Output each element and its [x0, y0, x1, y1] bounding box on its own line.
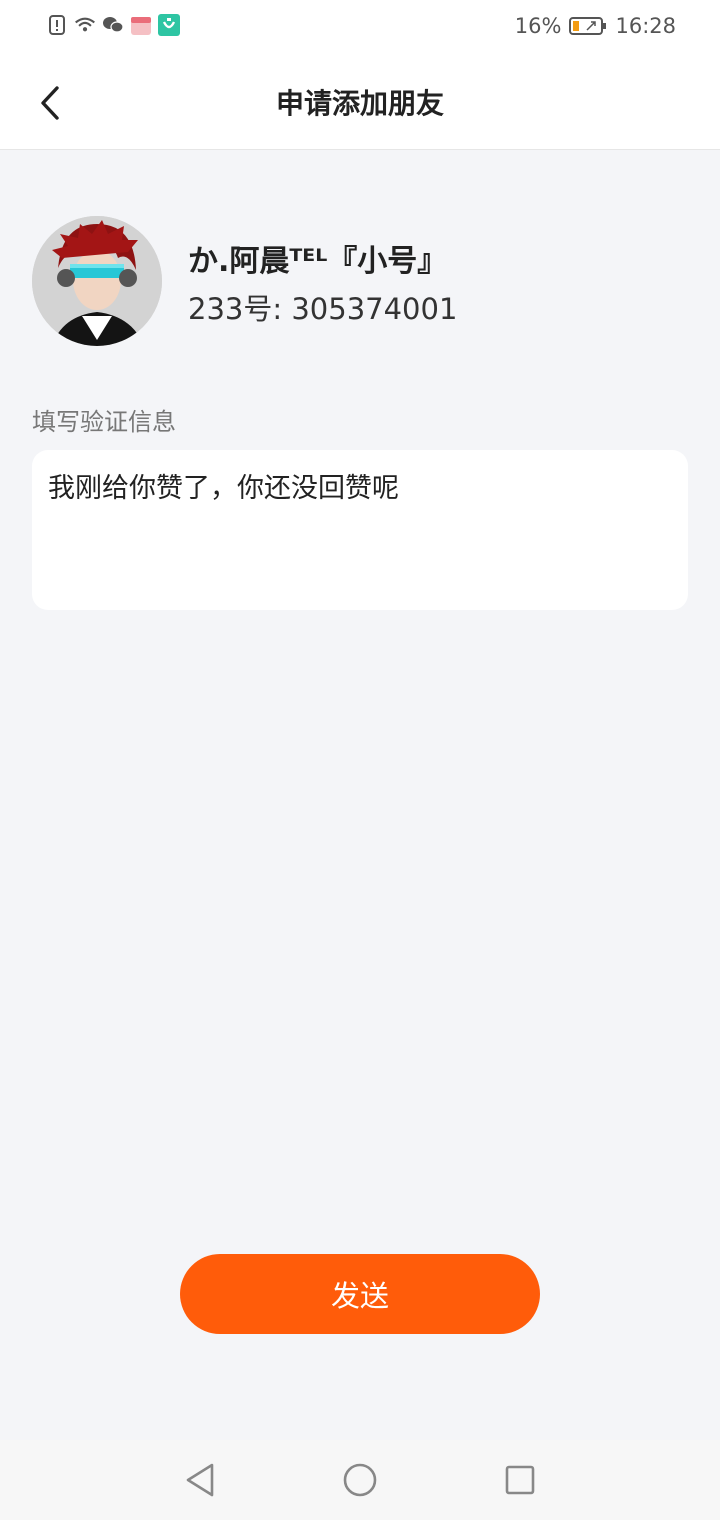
- app-icon: [130, 14, 152, 36]
- clock: 16:28: [615, 14, 676, 38]
- battery-icon: [569, 16, 607, 36]
- status-icons-right: 16% 16:28: [515, 14, 676, 38]
- system-nav-bar: [0, 1440, 720, 1520]
- status-icons-left: [46, 14, 180, 36]
- nav-home-button[interactable]: [340, 1460, 380, 1500]
- avatar[interactable]: [32, 216, 162, 346]
- status-bar: 16% 16:28: [0, 0, 720, 56]
- nav-back-icon: [186, 1463, 214, 1497]
- verification-message-text: 我刚给你赞了，你还没回赞呢: [48, 473, 399, 504]
- app-header: 申请添加朋友: [0, 56, 720, 150]
- nav-recents-button[interactable]: [500, 1460, 540, 1500]
- nav-back-button[interactable]: [180, 1460, 220, 1500]
- verification-message-input[interactable]: 我刚给你赞了，你还没回赞呢: [32, 450, 688, 610]
- profile-name: か.阿晨ᵀᴱᴸ『小号』: [188, 244, 448, 279]
- verification-label: 填写验证信息: [32, 408, 176, 436]
- profile-card: か.阿晨ᵀᴱᴸ『小号』 233号: 305374001: [32, 216, 692, 346]
- send-button[interactable]: 发送: [180, 1254, 540, 1334]
- nav-home-icon: [343, 1463, 377, 1497]
- send-button-label: 发送: [330, 1279, 389, 1313]
- mi-home-icon: [158, 14, 180, 36]
- wechat-icon: [102, 14, 124, 36]
- profile-id: 233号: 305374001: [188, 292, 458, 326]
- alert-icon: [46, 14, 68, 36]
- wifi-icon: [74, 14, 96, 36]
- nav-recents-icon: [505, 1465, 535, 1495]
- battery-percent: 16%: [514, 14, 562, 38]
- page-title: 申请添加朋友: [275, 87, 444, 120]
